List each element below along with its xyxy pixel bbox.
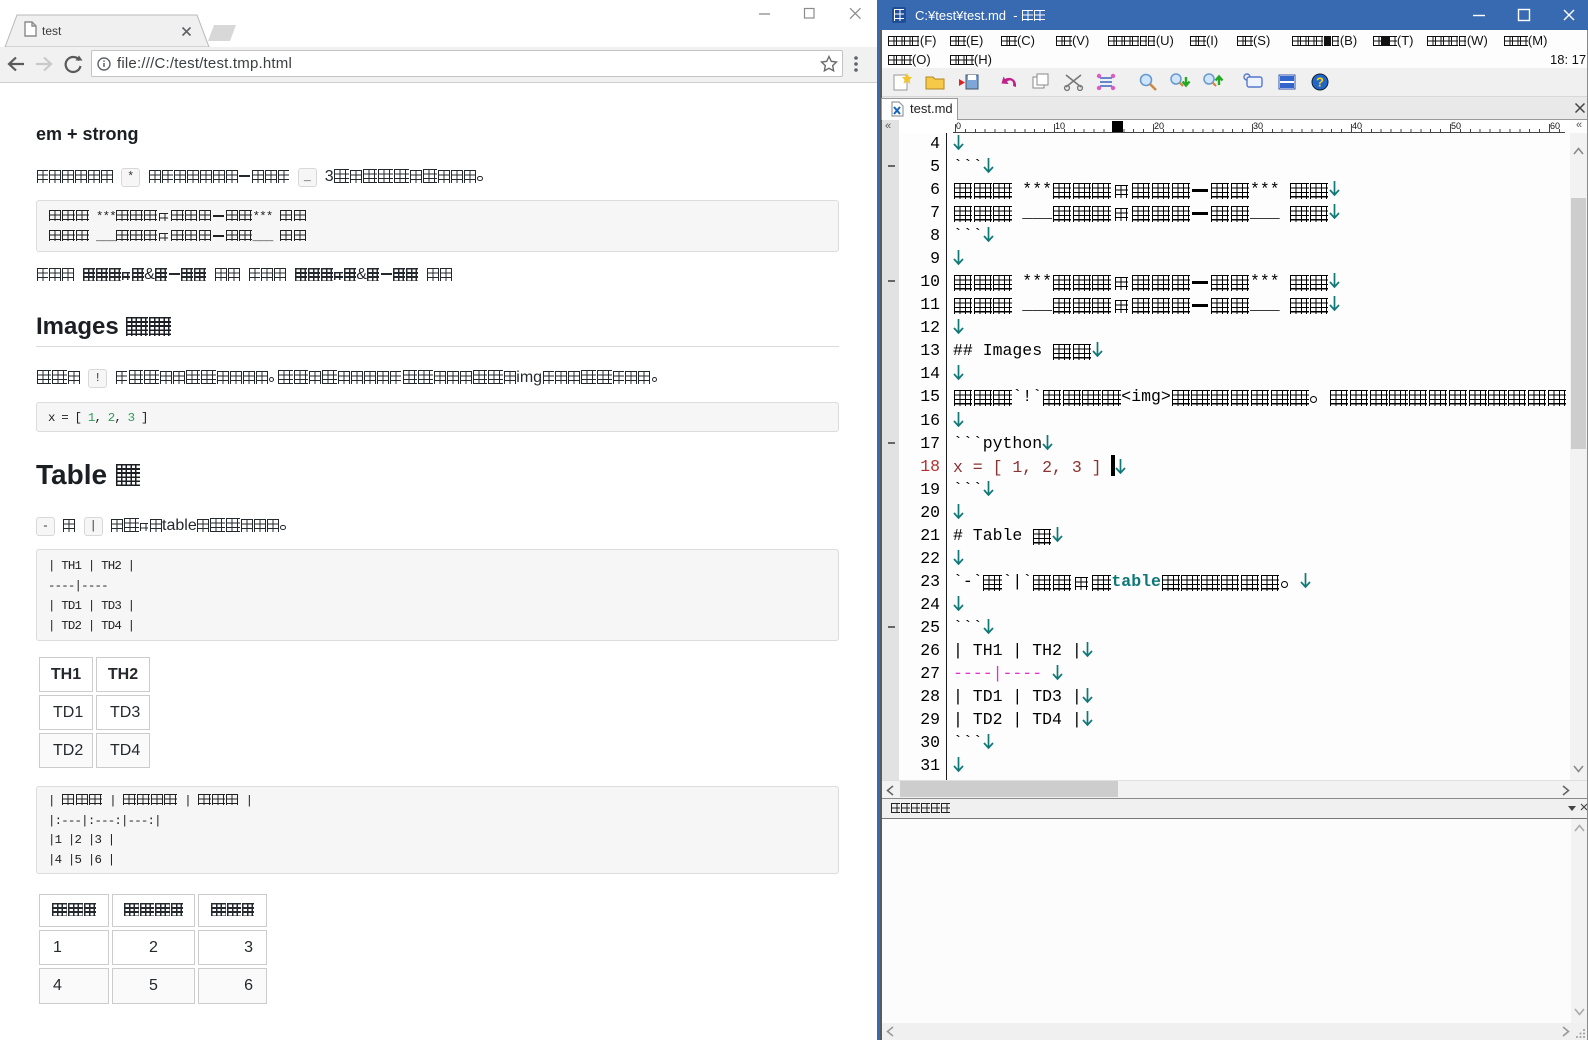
svg-text:?: ? [1316, 75, 1324, 90]
